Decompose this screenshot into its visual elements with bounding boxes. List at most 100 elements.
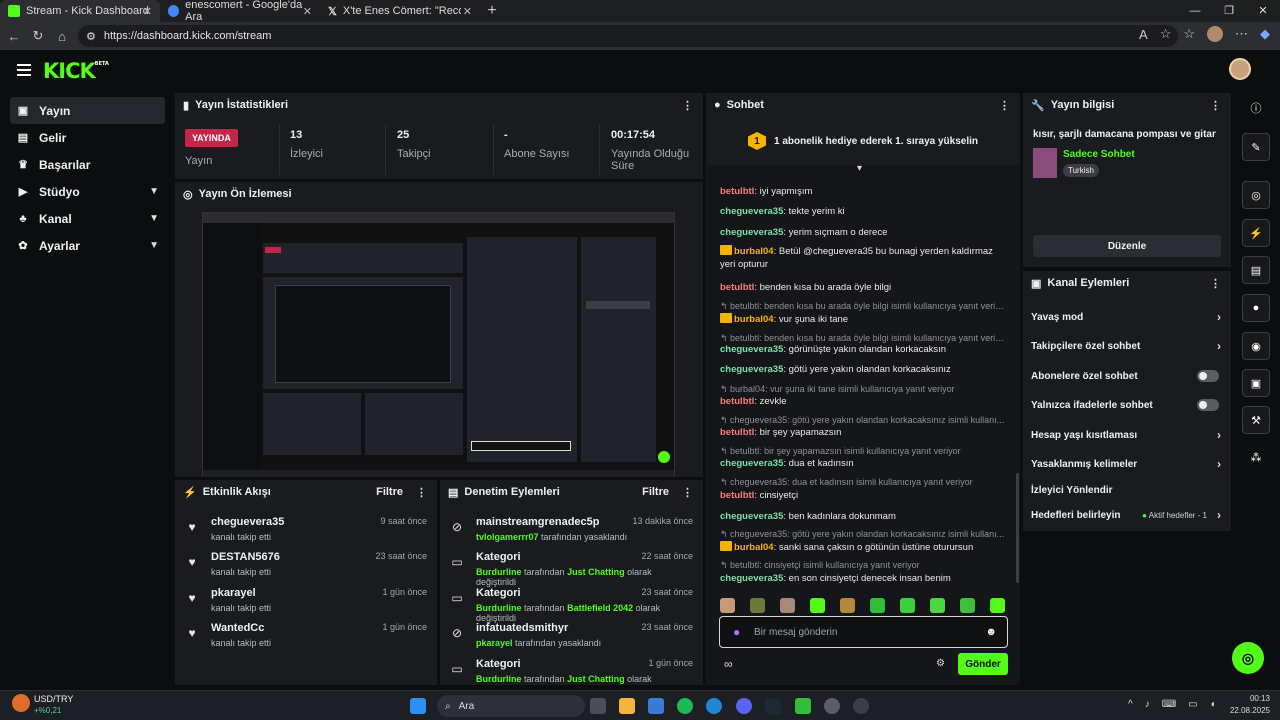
restore-icon[interactable]: ❐: [1212, 0, 1246, 22]
broadcast-toggle-icon[interactable]: ◉: [1242, 332, 1270, 360]
sidebar-item-gelir[interactable]: ▤ Gelir: [0, 124, 172, 151]
activity-user[interactable]: cheguevera35: [211, 516, 284, 528]
profile-avatar[interactable]: [1207, 26, 1223, 42]
moderator-name[interactable]: Burdurline: [476, 567, 522, 577]
widgets-icon[interactable]: ⁂: [1242, 443, 1270, 471]
kick-logo[interactable]: KICKBETA: [43, 59, 109, 83]
file-explorer-icon[interactable]: [619, 698, 635, 714]
gift-leaderboard-banner[interactable]: 1 1 abonelik hediye ederek 1. sıraya yük…: [706, 117, 1020, 165]
emote-kick[interactable]: [810, 598, 825, 613]
user-avatar[interactable]: [1229, 58, 1251, 80]
moderator-name[interactable]: Burdurline: [476, 603, 522, 613]
obs-like-app-icon[interactable]: [795, 698, 811, 714]
filter-button[interactable]: Filtre: [642, 486, 669, 498]
filter-button[interactable]: Filtre: [376, 486, 403, 498]
chat-username[interactable]: burbal04: [734, 314, 774, 325]
activity-user[interactable]: WantedCc: [211, 622, 264, 634]
browser-tab-kick[interactable]: Stream - Kick Dashboard ✕: [0, 0, 160, 22]
read-aloud-icon[interactable]: A: [1139, 27, 1148, 42]
new-tab-button[interactable]: +: [480, 0, 504, 22]
copilot-icon[interactable]: ◆: [1260, 26, 1270, 42]
sidebar-item-yayin[interactable]: ▣ Yayın: [10, 97, 165, 124]
home-icon[interactable]: ⌂: [50, 29, 74, 44]
emote-kick[interactable]: [900, 598, 915, 613]
infinity-icon[interactable]: ∞: [724, 657, 733, 671]
moderator-name[interactable]: tvlolgamerrr07: [476, 532, 539, 542]
close-tab-icon[interactable]: ✕: [143, 5, 152, 18]
emote-kick[interactable]: [930, 598, 945, 613]
app-icon[interactable]: [853, 698, 869, 714]
chat-username[interactable]: betulbtl: [720, 282, 754, 293]
menu-icon[interactable]: [17, 64, 31, 76]
subscribers-only-toggle[interactable]: [1197, 370, 1219, 382]
action-banned-words[interactable]: Yasaklanmış kelimeler ›: [1031, 452, 1221, 476]
action-slow-mode[interactable]: Yavaş mod ›: [1031, 305, 1221, 329]
volume-icon[interactable]: ◖: [1210, 699, 1216, 710]
clock[interactable]: 00:13 22.08.2025: [1230, 693, 1270, 717]
wrench-toggle-icon[interactable]: ⚒: [1242, 406, 1270, 434]
moderation-target[interactable]: infatuatedsmithyr: [476, 622, 568, 634]
emote-frog[interactable]: [750, 598, 765, 613]
category-name[interactable]: Just Chatting: [567, 674, 625, 684]
emote-face[interactable]: [780, 598, 795, 613]
ticker-name[interactable]: USD/TRY: [34, 694, 73, 704]
emote-kick[interactable]: [960, 598, 975, 613]
more-options-icon[interactable]: ⋮: [682, 486, 693, 499]
chat-username[interactable]: betulbtl: [720, 186, 754, 197]
settings-app-icon[interactable]: [824, 698, 840, 714]
emote-box[interactable]: [840, 598, 855, 613]
sidebar-item-basarilar[interactable]: ♛ Başarılar: [0, 151, 172, 178]
task-view-icon[interactable]: [590, 698, 606, 714]
discord-icon[interactable]: [736, 698, 752, 714]
action-goals[interactable]: Hedefleri belirleyin ● Aktif hedefler - 1…: [1031, 503, 1221, 527]
steam-icon[interactable]: [765, 698, 781, 714]
close-tab-icon[interactable]: ✕: [463, 5, 472, 18]
action-account-age[interactable]: Hesap yaşı kısıtlaması ›: [1031, 423, 1221, 447]
spotify-icon[interactable]: [677, 698, 693, 714]
network-icon[interactable]: ▭: [1188, 699, 1197, 710]
channel-actions-toggle-icon[interactable]: ▣: [1242, 369, 1270, 397]
browser-tab-google[interactable]: enescomert - Google'da Ara ✕: [160, 0, 320, 23]
chat-scrollbar[interactable]: [1016, 473, 1019, 583]
chat-settings-icon[interactable]: ⚙: [936, 658, 945, 669]
preview-toggle-icon[interactable]: ◎: [1242, 181, 1270, 209]
store-icon[interactable]: [648, 698, 664, 714]
chat-toggle-icon[interactable]: ●: [1242, 294, 1270, 322]
chat-input[interactable]: ● Bir mesaj gönderin ☻: [719, 616, 1008, 648]
moderation-toggle-icon[interactable]: ▤: [1242, 256, 1270, 284]
sidebar-item-kanal[interactable]: ♣ Kanal ▼: [0, 205, 172, 232]
site-info-icon[interactable]: ⚙: [86, 30, 96, 43]
stream-preview-video[interactable]: [202, 212, 675, 477]
more-options-icon[interactable]: ⋮: [1210, 99, 1221, 112]
action-followers-only[interactable]: Takipçilere özel sohbet ›: [1031, 334, 1221, 358]
taskbar-search[interactable]: ⌕ Ara: [437, 695, 585, 717]
activity-user[interactable]: pkarayel: [211, 587, 256, 599]
emote-kick[interactable]: [870, 598, 885, 613]
sidebar-item-ayarlar[interactable]: ✿ Ayarlar ▼: [0, 232, 172, 259]
chat-username[interactable]: betulbtl: [720, 396, 754, 407]
edge-icon[interactable]: [706, 698, 722, 714]
chat-username[interactable]: betulbtl: [720, 490, 754, 501]
info-icon[interactable]: ⓘ: [1242, 94, 1270, 122]
close-tab-icon[interactable]: ✕: [303, 5, 312, 18]
browser-tab-x[interactable]: 𝕏 X'te Enes Cömert: "Record ve A B ✕: [320, 0, 480, 22]
chat-username[interactable]: cheguevera35: [720, 458, 783, 469]
chat-username[interactable]: burbal04: [734, 542, 774, 553]
edit-pencil-icon[interactable]: ✎: [1242, 133, 1270, 161]
emote-face[interactable]: [720, 598, 735, 613]
more-options-icon[interactable]: ⋮: [416, 486, 427, 499]
back-icon[interactable]: ←: [2, 29, 26, 44]
collapse-banner-icon[interactable]: ▾: [857, 163, 862, 174]
microphone-icon[interactable]: ●: [733, 625, 740, 639]
minimize-icon[interactable]: —: [1178, 0, 1212, 22]
chat-username[interactable]: cheguevera35: [720, 511, 783, 522]
emote-only-toggle[interactable]: [1197, 399, 1219, 411]
category-link[interactable]: Sadece Sohbet: [1063, 149, 1135, 160]
keyboard-icon[interactable]: ⌨: [1162, 699, 1176, 710]
action-raid[interactable]: İzleyici Yönlendir: [1031, 478, 1221, 502]
category-name[interactable]: Just Chatting: [567, 567, 625, 577]
chat-username[interactable]: cheguevera35: [720, 573, 783, 584]
chat-username[interactable]: cheguevera35: [720, 364, 783, 375]
category-thumbnail[interactable]: [1033, 148, 1057, 178]
emoji-icon[interactable]: ☻: [985, 626, 997, 638]
